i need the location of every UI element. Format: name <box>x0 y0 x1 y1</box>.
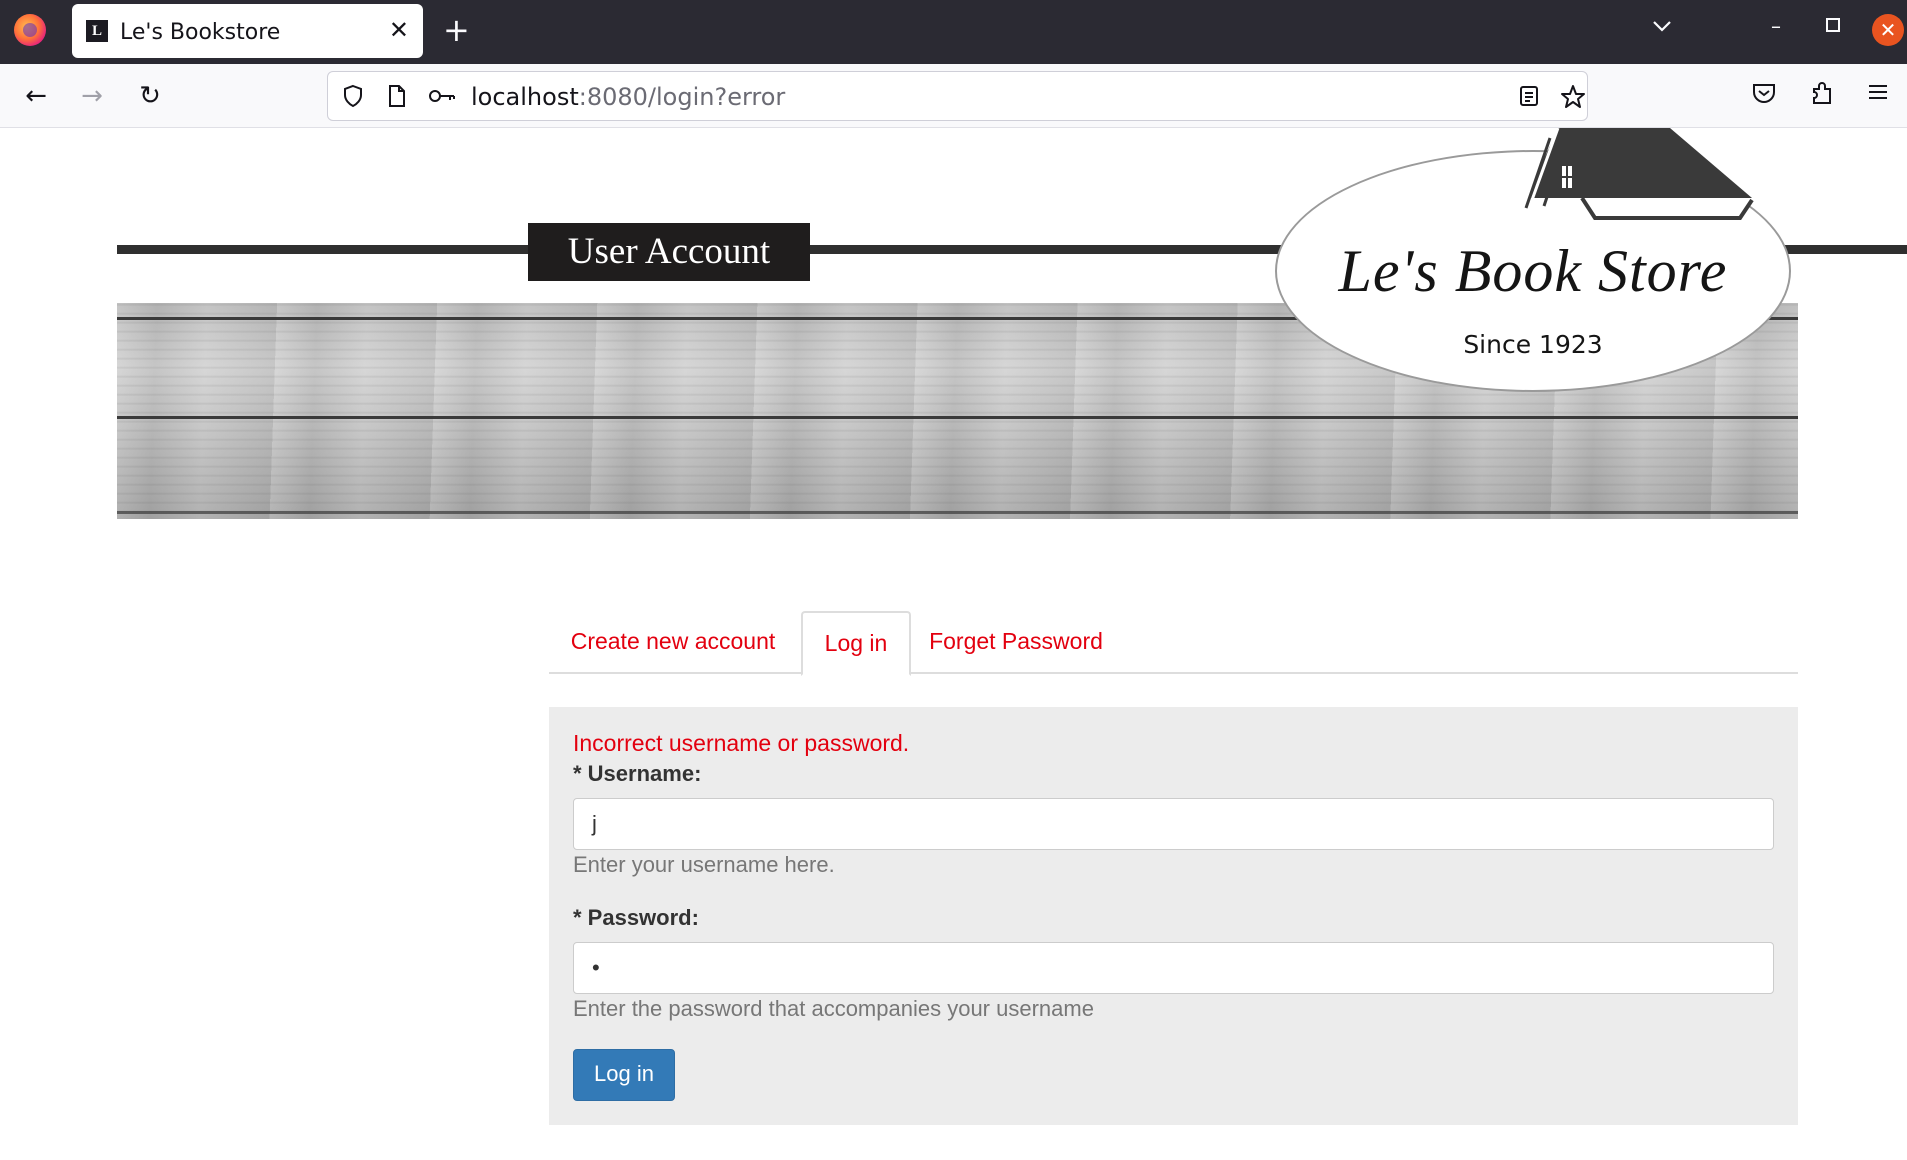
log-in-button[interactable]: Log in <box>573 1049 675 1101</box>
reader-view-icon[interactable] <box>1516 84 1542 110</box>
login-form: Incorrect username or password. * Userna… <box>549 707 1798 1125</box>
url-text[interactable]: localhost:8080/login?error <box>471 83 785 111</box>
error-message: Incorrect username or password. <box>573 730 910 756</box>
password-help: Enter the password that accompanies your… <box>573 996 1094 1021</box>
logo-title: Le's Book Store <box>1338 238 1728 304</box>
password-label: * Password: <box>573 905 699 930</box>
shield-icon[interactable] <box>340 84 366 110</box>
tab-title: Le's Bookstore <box>120 20 281 45</box>
menu-icon[interactable] <box>1862 80 1894 112</box>
browser-tab[interactable]: L Le's Bookstore ✕ <box>72 4 423 58</box>
close-icon[interactable]: ✕ <box>389 16 409 44</box>
browser-tab-bar: L Le's Bookstore ✕ + – ✕ <box>0 0 1907 64</box>
tab-log-in[interactable]: Log in <box>801 611 911 676</box>
url-bar[interactable]: localhost:8080/login?error <box>327 71 1588 121</box>
browser-nav-bar: ← → ↻ localhost:8080/login?error <box>0 64 1907 128</box>
page-icon[interactable] <box>384 84 410 110</box>
username-help: Enter your username here. <box>573 852 835 877</box>
logo-since: Since 1923 <box>1463 330 1603 359</box>
plus-icon[interactable]: + <box>443 12 470 48</box>
star-icon[interactable] <box>1560 84 1586 110</box>
username-label: * Username: <box>573 761 702 786</box>
key-icon[interactable] <box>428 84 455 110</box>
password-input[interactable]: • <box>573 942 1774 994</box>
chevron-down-icon[interactable] <box>1650 14 1674 43</box>
url-host: localhost <box>471 83 579 111</box>
account-tabs: Create new account Log in Forget Passwor… <box>549 611 1798 676</box>
forward-icon[interactable]: → <box>76 80 108 112</box>
tab-forget-password[interactable]: Forget Password <box>915 611 1117 674</box>
firefox-logo-icon[interactable] <box>14 14 46 46</box>
back-icon[interactable]: ← <box>20 80 52 112</box>
pocket-icon[interactable] <box>1748 80 1780 112</box>
tab-create-account[interactable]: Create new account <box>549 611 797 674</box>
window-close-icon[interactable]: ✕ <box>1872 14 1904 46</box>
plank-divider <box>117 511 1798 514</box>
extensions-icon[interactable] <box>1806 80 1838 112</box>
tab-favicon-icon: L <box>86 20 108 42</box>
house-icon <box>1524 128 1754 220</box>
username-input[interactable]: j <box>573 798 1774 850</box>
url-path: :8080/login?error <box>578 83 786 111</box>
minimize-icon[interactable]: – <box>1771 14 1781 38</box>
page-title: User Account <box>528 223 810 281</box>
reload-icon[interactable]: ↻ <box>134 80 166 112</box>
plank-divider <box>117 416 1798 419</box>
maximize-icon[interactable] <box>1826 18 1840 32</box>
